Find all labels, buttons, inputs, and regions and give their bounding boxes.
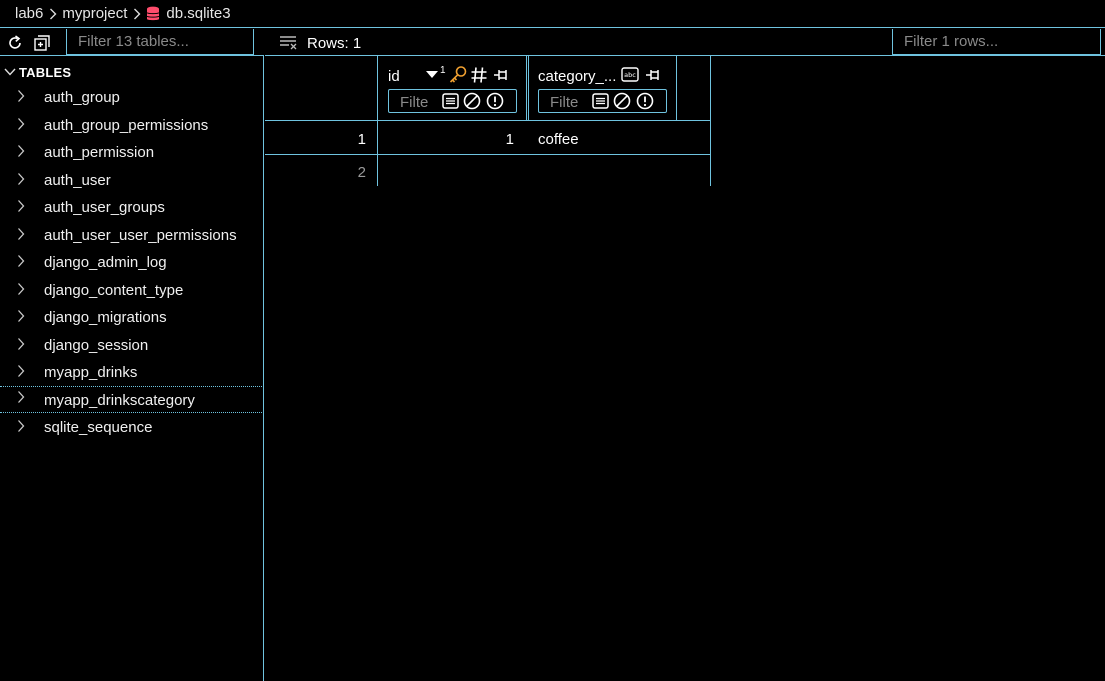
chevron-right-icon [133, 8, 141, 20]
column-divider [676, 56, 677, 120]
sidebar-item-label: auth_permission [44, 144, 155, 161]
chevron-down-icon [4, 67, 16, 77]
chevron-right-icon [17, 419, 25, 433]
column-filter-placeholder: Filte [400, 94, 429, 111]
cell-id[interactable]: 1 [378, 131, 514, 148]
chevron-right-icon [17, 337, 25, 351]
filter-mode-icon[interactable] [442, 93, 459, 109]
error-filter-icon[interactable] [636, 92, 654, 110]
table-list-toolbar [0, 29, 264, 56]
numeric-type-icon [470, 66, 488, 84]
error-filter-icon[interactable] [486, 92, 504, 110]
row-divider [265, 120, 711, 121]
null-filter-icon[interactable] [613, 92, 631, 110]
sidebar-item-label: django_migrations [44, 309, 167, 326]
column-title: category_... [538, 68, 617, 85]
sidebar-item-auth-user-user-permissions[interactable]: auth_user_user_permissions [0, 223, 264, 250]
row-number: 2 [357, 164, 366, 181]
column-filter-category[interactable]: Filte [538, 89, 667, 113]
column-title: id [388, 68, 400, 85]
tables-section-label: TABLES [19, 64, 72, 80]
sidebar-item-label: django_session [44, 337, 149, 354]
refresh-icon[interactable] [4, 32, 26, 54]
chevron-right-icon [17, 199, 25, 213]
sidebar-item-label: auth_user_groups [44, 199, 165, 216]
null-filter-icon[interactable] [463, 92, 481, 110]
sidebar-item-auth-group[interactable]: auth_group [0, 85, 264, 112]
column-divider [377, 56, 378, 186]
sidebar-item-auth-group-permissions[interactable]: auth_group_permissions [0, 113, 264, 140]
chevron-right-icon [17, 144, 25, 158]
breadcrumb-item-myproject[interactable]: myproject [62, 5, 127, 22]
row-divider [265, 154, 711, 155]
clear-rows-icon[interactable] [279, 34, 299, 50]
chevron-right-icon [17, 309, 25, 323]
sort-descending-icon[interactable] [425, 70, 439, 80]
sort-order-badge: 1 [440, 65, 446, 76]
database-icon [146, 6, 160, 22]
column-divider [710, 56, 711, 186]
text-type-icon: abc [621, 67, 639, 82]
svg-text:abc: abc [624, 71, 636, 79]
sidebar-item-label: auth_group_permissions [44, 117, 209, 134]
pin-icon[interactable] [645, 67, 663, 83]
column-divider [528, 56, 529, 120]
sidebar-item-label: auth_user [44, 172, 111, 189]
column-filter-placeholder: Filte [550, 94, 579, 111]
primary-key-icon [448, 65, 468, 85]
sidebar-item-django-session[interactable]: django_session [0, 333, 264, 360]
sidebar-item-label: myapp_drinkscategory [44, 392, 195, 409]
filter-mode-icon[interactable] [592, 93, 609, 109]
chevron-right-icon [17, 364, 25, 378]
sidebar-item-label: django_content_type [44, 282, 184, 299]
chevron-right-icon [17, 89, 25, 103]
sidebar-item-label: django_admin_log [44, 254, 167, 271]
add-square-icon[interactable] [31, 32, 53, 54]
breadcrumb-item-db[interactable]: db.sqlite3 [166, 5, 230, 22]
sidebar-item-django-migrations[interactable]: django_migrations [0, 305, 264, 332]
row-number: 1 [357, 131, 366, 148]
sidebar-item-label: auth_user_user_permissions [44, 227, 237, 244]
rows-count-label: Rows: 1 [307, 35, 362, 52]
sidebar-item-django-content-type[interactable]: django_content_type [0, 278, 264, 305]
breadcrumb-item-lab6[interactable]: lab6 [15, 5, 43, 22]
chevron-right-icon [17, 227, 25, 241]
chevron-right-icon [17, 117, 25, 131]
row-filter-input[interactable] [892, 29, 1101, 55]
sidebar-item-auth-user-groups[interactable]: auth_user_groups [0, 195, 264, 222]
chevron-right-icon [17, 390, 25, 404]
pin-icon[interactable] [493, 67, 511, 83]
tables-section-header[interactable]: TABLES [0, 62, 71, 82]
sidebar-item-label: myapp_drinks [44, 364, 138, 381]
chevron-right-icon [17, 254, 25, 268]
cell-category[interactable]: coffee [538, 131, 579, 148]
sidebar-item-auth-permission[interactable]: auth_permission [0, 140, 264, 167]
column-filter-id[interactable]: Filte [388, 89, 517, 113]
chevron-right-icon [17, 282, 25, 296]
sidebar-item-sqlite-sequence[interactable]: sqlite_sequence [0, 415, 264, 442]
sidebar-item-myapp-drinks[interactable]: myapp_drinks [0, 360, 264, 387]
sidebar-item-auth-user[interactable]: auth_user [0, 168, 264, 195]
table-sidebar: TABLES auth_group auth_group_permissions… [0, 56, 264, 681]
sidebar-item-django-admin-log[interactable]: django_admin_log [0, 250, 264, 277]
data-toolbar: Rows: 1 [265, 29, 1105, 56]
chevron-right-icon [49, 8, 57, 20]
breadcrumb: lab6 myproject db.sqlite3 [0, 0, 1105, 28]
chevron-right-icon [17, 172, 25, 186]
sidebar-item-label: sqlite_sequence [44, 419, 153, 436]
column-divider [526, 56, 527, 120]
data-grid: id 1 Filte category_... abc Filte 1 1 co… [265, 56, 711, 186]
sidebar-item-label: auth_group [44, 89, 120, 106]
sidebar-item-myapp-drinkscategory[interactable]: myapp_drinkscategory [0, 386, 264, 413]
table-filter-input[interactable] [66, 29, 254, 55]
